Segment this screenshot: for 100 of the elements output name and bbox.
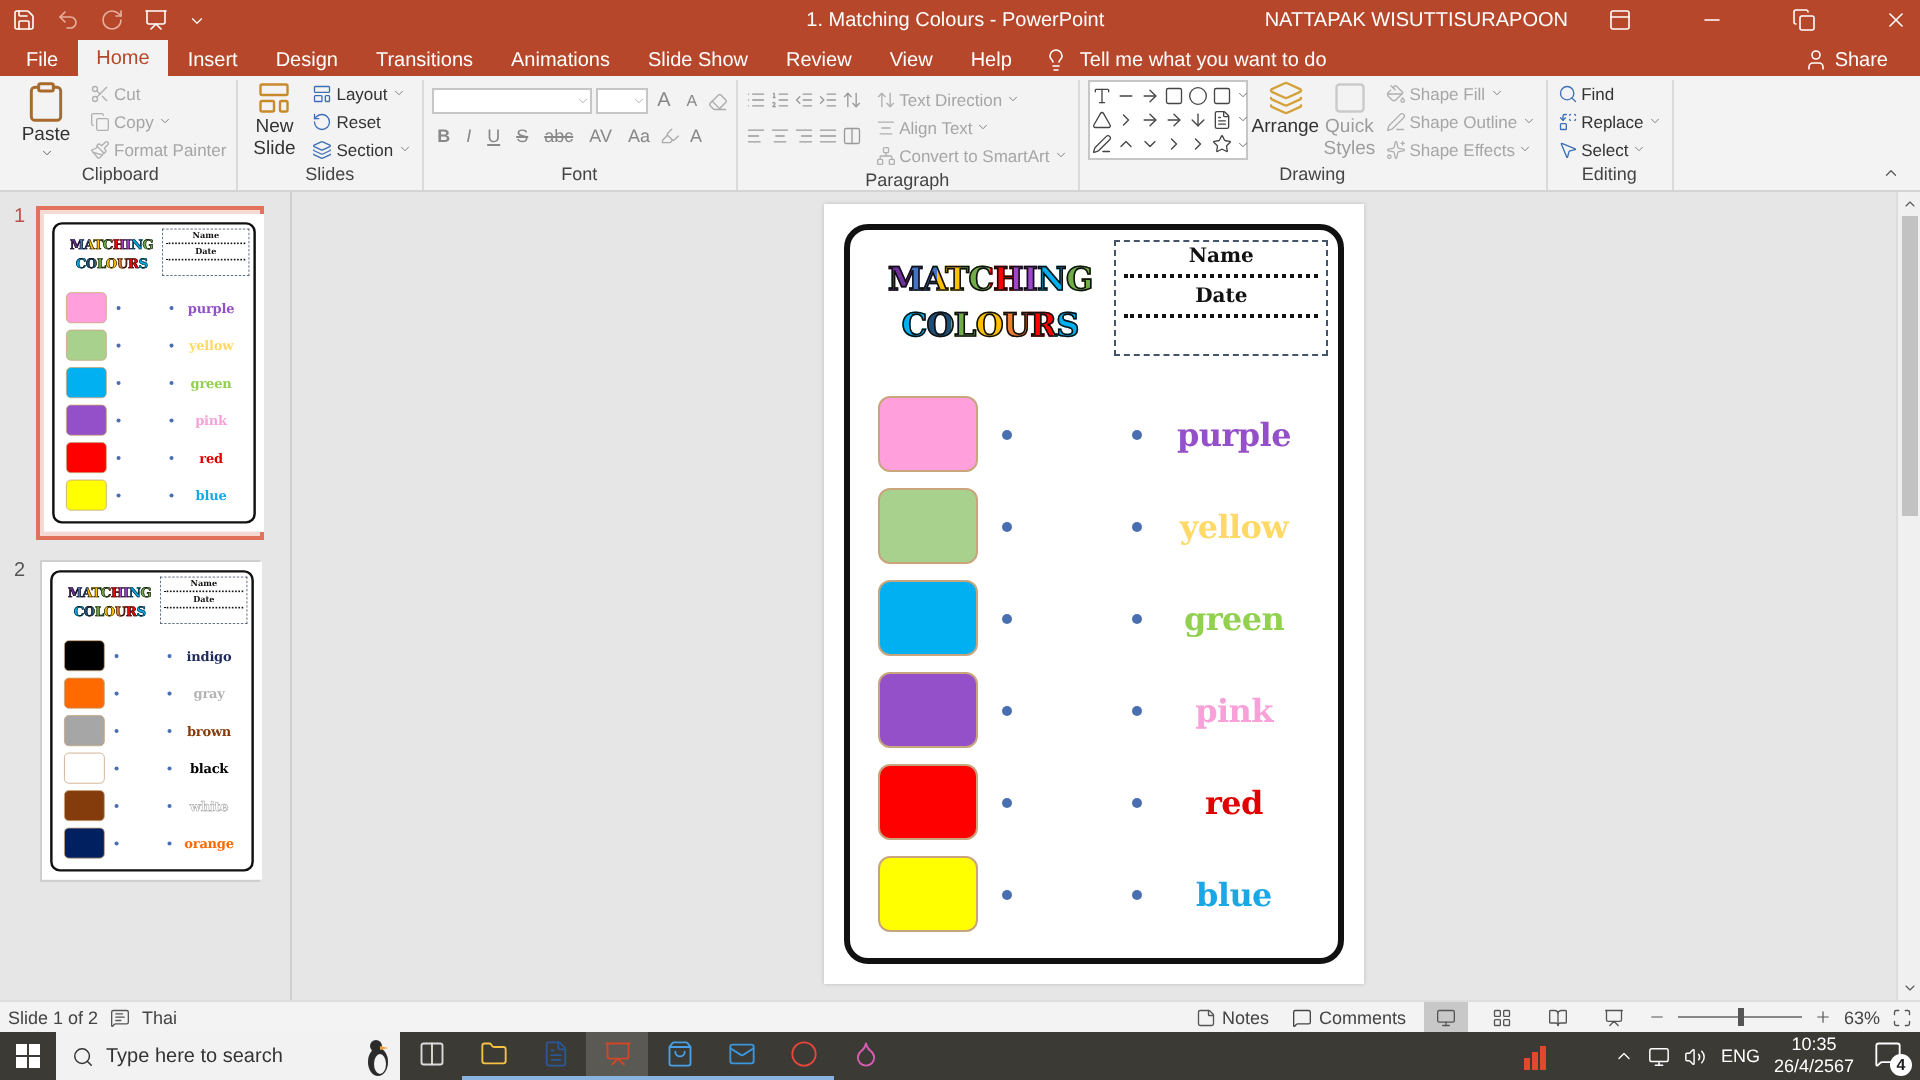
- scrollbar[interactable]: [1896, 192, 1920, 1000]
- paste-button[interactable]: Paste: [12, 80, 80, 162]
- ribbon-tab[interactable]: Animations: [493, 44, 628, 76]
- format-button[interactable]: U: [481, 122, 507, 148]
- restore-icon[interactable]: [1792, 8, 1816, 32]
- match-dot: [167, 803, 172, 808]
- comments-button[interactable]: Comments: [1286, 1007, 1412, 1027]
- match-dot: [114, 766, 119, 771]
- ribbon-tab[interactable]: Design: [257, 44, 356, 76]
- ribbon-button[interactable]: Find: [1555, 80, 1664, 106]
- save-icon[interactable]: [12, 8, 36, 32]
- format-button[interactable]: S: [510, 122, 535, 148]
- ribbon-button[interactable]: Section: [310, 136, 414, 162]
- colour-word: purple: [1175, 415, 1293, 453]
- sparkle-icon: [1385, 139, 1406, 159]
- match-dot: [169, 418, 174, 423]
- format-button[interactable]: I: [460, 122, 478, 148]
- folder-icon: [479, 1040, 507, 1068]
- zoom-in-icon[interactable]: [1813, 1008, 1832, 1026]
- match-dot: [1002, 613, 1012, 623]
- shopping-bag-icon: [665, 1040, 693, 1068]
- view-button[interactable]: [1423, 1002, 1468, 1032]
- grow-font-button[interactable]: A: [651, 88, 677, 114]
- ribbon-button[interactable]: Select: [1555, 136, 1664, 162]
- format-button[interactable]: B: [431, 122, 457, 148]
- match-dot: [116, 493, 121, 498]
- clock[interactable]: 10:35 26/4/2567: [1773, 1034, 1854, 1078]
- match-dot: [167, 653, 172, 658]
- ribbon-tab[interactable]: View: [871, 44, 951, 76]
- ribbon-button[interactable]: Replace: [1555, 108, 1664, 134]
- match-dot: [1132, 613, 1142, 623]
- match-dot: [1002, 429, 1012, 439]
- tell-me-field[interactable]: Tell me what you want to do: [1075, 47, 1416, 73]
- redo-icon[interactable]: [100, 8, 124, 32]
- windows-icon: [16, 1044, 40, 1068]
- font-size-field[interactable]: [595, 88, 648, 114]
- presentation-icon: [1603, 1007, 1624, 1027]
- ribbon-tab[interactable]: Slide Show: [629, 44, 767, 76]
- slide-number: 2: [14, 560, 28, 582]
- ribbon-tab[interactable]: File: [8, 44, 77, 76]
- layout-icon: [312, 83, 333, 103]
- indent-icon: [817, 89, 838, 109]
- match-dot: [1132, 797, 1142, 807]
- line-spacing-icon: [841, 89, 862, 109]
- font-color-button[interactable]: A: [683, 122, 708, 148]
- match-dot: [114, 691, 119, 696]
- taskbar-search-field[interactable]: Type here to search: [56, 1032, 400, 1080]
- close-icon[interactable]: [1884, 8, 1908, 32]
- ribbon-button[interactable]: Layout: [310, 80, 414, 106]
- scissors-icon: [90, 83, 110, 103]
- notes-button[interactable]: Notes: [1189, 1007, 1275, 1027]
- format-button[interactable]: abc: [538, 122, 580, 148]
- ribbon-tab[interactable]: Home: [78, 40, 168, 76]
- ribbon-tab[interactable]: Transitions: [357, 44, 492, 76]
- group-label: Font: [561, 162, 598, 188]
- presentation-icon[interactable]: [144, 8, 168, 32]
- match-dot: [1002, 705, 1012, 715]
- document-icon: [541, 1040, 569, 1068]
- fit-slide-icon[interactable]: [1892, 1007, 1912, 1027]
- collapse-icon[interactable]: [1882, 164, 1900, 182]
- format-button[interactable]: Aa: [621, 122, 656, 148]
- match-dot: [167, 728, 172, 733]
- input-language[interactable]: ENG: [1720, 1046, 1760, 1066]
- ribbon-tab[interactable]: Review: [768, 44, 870, 76]
- colour-word: pink: [1193, 691, 1276, 729]
- droplet-icon: [851, 1040, 879, 1068]
- scroll-down-icon: [1901, 980, 1917, 996]
- block-arrow-icon: [1163, 109, 1184, 130]
- clipboard-icon: [24, 80, 68, 124]
- search-icon: [72, 1045, 94, 1067]
- notification-button[interactable]: 4: [1868, 1036, 1908, 1076]
- format-button[interactable]: AV: [583, 122, 618, 148]
- person-icon: [1804, 48, 1829, 72]
- match-dot: [1132, 429, 1142, 439]
- match-dot: [116, 418, 121, 423]
- shrink-font-button[interactable]: A: [680, 88, 704, 114]
- ribbon-button[interactable]: Reset: [310, 108, 414, 134]
- match-dot: [116, 343, 121, 348]
- shape-icon: [1211, 109, 1232, 130]
- undo-icon[interactable]: [56, 8, 80, 32]
- new-slide-button[interactable]: New Slide: [246, 80, 303, 162]
- volume-icon[interactable]: [1684, 1045, 1707, 1067]
- shape-gallery[interactable]: [1087, 80, 1248, 160]
- align-icon: [875, 117, 896, 137]
- network-icon[interactable]: [1648, 1045, 1671, 1067]
- match-dot: [1132, 521, 1142, 531]
- scroll-thumb[interactable]: [1901, 216, 1917, 516]
- ribbon-tab[interactable]: Help: [952, 44, 1030, 76]
- columns-icon: [841, 125, 862, 145]
- arrange-button[interactable]: Arrange: [1255, 80, 1316, 162]
- ribbon-display-icon[interactable]: [1608, 8, 1632, 32]
- font-name-field[interactable]: [431, 88, 592, 114]
- share-button[interactable]: Share: [1792, 44, 1900, 76]
- paintbrush-icon: [90, 139, 110, 159]
- match-dot: [167, 841, 172, 846]
- browser-icon: [789, 1040, 817, 1068]
- ribbon-tab[interactable]: Insert: [169, 44, 256, 76]
- colour-word: yellow: [1177, 507, 1292, 545]
- slide-icon: [256, 80, 293, 116]
- pointer-icon: [1557, 139, 1578, 159]
